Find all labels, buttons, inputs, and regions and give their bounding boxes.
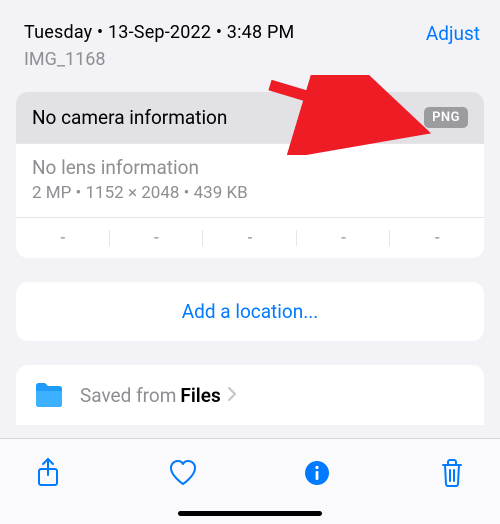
camera-text: No camera information <box>32 106 227 129</box>
exif-row: - - - - - <box>16 218 484 258</box>
info-header: Tuesday • 13-Sep-2022 • 3:48 PM IMG_1168… <box>0 16 500 70</box>
exif-cell: - <box>110 228 204 248</box>
delete-button[interactable] <box>432 453 472 493</box>
filename: IMG_1168 <box>24 49 294 70</box>
home-indicator <box>178 511 322 516</box>
exif-cell: - <box>203 228 297 248</box>
adjust-button[interactable]: Adjust <box>426 22 480 45</box>
share-button[interactable] <box>28 453 68 493</box>
info-button[interactable] <box>297 453 337 493</box>
favorite-button[interactable] <box>163 453 203 493</box>
timestamp: Tuesday • 13-Sep-2022 • 3:48 PM <box>24 22 294 43</box>
source-card[interactable]: Saved from Files <box>16 365 484 425</box>
source-prefix: Saved from <box>80 384 176 407</box>
source-app: Files <box>180 384 220 407</box>
lens-meta: 2 MP • 1152 × 2048 • 439 KB <box>32 183 468 203</box>
lens-row: No lens information 2 MP • 1152 × 2048 •… <box>16 144 484 218</box>
exif-cell: - <box>16 228 110 248</box>
exif-cell: - <box>297 228 391 248</box>
chevron-right-icon <box>227 384 237 407</box>
exif-cell: - <box>390 228 484 248</box>
camera-row: No camera information PNG <box>16 92 484 144</box>
files-app-icon <box>32 378 66 412</box>
lens-title: No lens information <box>32 156 468 179</box>
add-location-button[interactable]: Add a location... <box>16 282 484 341</box>
camera-info-card: No camera information PNG No lens inform… <box>16 92 484 258</box>
format-badge: PNG <box>424 107 468 128</box>
source-text: Saved from Files <box>80 384 468 407</box>
